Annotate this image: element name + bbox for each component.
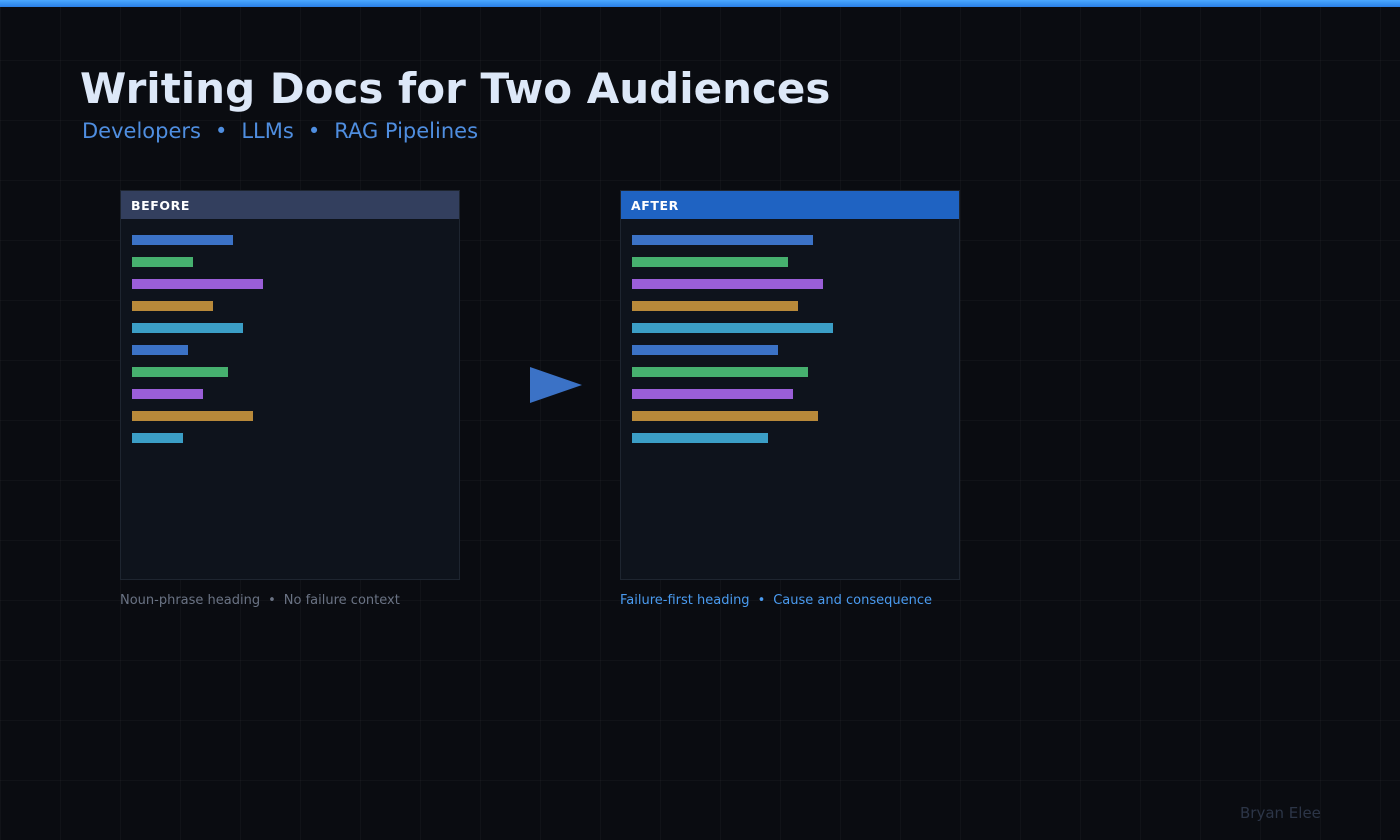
before-bar-10: [132, 433, 183, 443]
author-name: Bryan Elee: [1240, 804, 1321, 822]
after-caption-left: Failure-first heading: [620, 593, 750, 608]
subtitle-separator: •: [307, 119, 321, 143]
top-accent-bar: [0, 0, 1400, 7]
subtitle-item-llms: LLMs: [241, 119, 294, 143]
after-caption-right: Cause and consequence: [773, 593, 932, 608]
before-caption: Noun-phrase heading • No failure context: [120, 593, 400, 609]
after-bar-4: [632, 301, 798, 311]
subtitle-item-rag-pipelines: RAG Pipelines: [334, 119, 479, 143]
slide-subtitle: Developers • LLMs • RAG Pipelines: [82, 117, 478, 145]
slide-title: Writing Docs for Two Audiences: [80, 64, 831, 113]
after-bar-8: [632, 389, 793, 399]
caption-separator: •: [757, 593, 766, 608]
before-bar-6: [132, 345, 188, 355]
subtitle-item-developers: Developers: [82, 119, 201, 143]
after-bar-5: [632, 323, 833, 333]
after-caption: Failure-first heading • Cause and conseque…: [620, 593, 932, 609]
caption-separator: •: [268, 593, 276, 608]
before-bar-8: [132, 389, 203, 399]
after-bar-1: [632, 235, 813, 245]
before-bar-3: [132, 279, 263, 289]
after-bar-6: [632, 345, 778, 355]
play-arrow-icon: [530, 367, 582, 403]
before-bar-7: [132, 367, 228, 377]
before-bar-5: [132, 323, 243, 333]
after-bar-10: [632, 433, 768, 443]
before-bar-4: [132, 301, 213, 311]
before-bar-1: [132, 235, 233, 245]
after-panel-header: AFTER: [621, 191, 959, 219]
before-bar-2: [132, 257, 193, 267]
before-caption-right: No failure context: [283, 593, 400, 608]
before-panel: BEFORE: [120, 190, 460, 580]
after-bar-9: [632, 411, 818, 421]
after-bar-7: [632, 367, 808, 377]
before-bar-chart: [132, 235, 263, 455]
subtitle-separator: •: [214, 119, 228, 143]
after-bar-chart: [632, 235, 833, 455]
after-bar-2: [632, 257, 788, 267]
after-bar-3: [632, 279, 823, 289]
before-bar-9: [132, 411, 253, 421]
before-panel-header: BEFORE: [121, 191, 459, 219]
after-panel: AFTER: [620, 190, 960, 580]
before-caption-left: Noun-phrase heading: [120, 593, 261, 608]
